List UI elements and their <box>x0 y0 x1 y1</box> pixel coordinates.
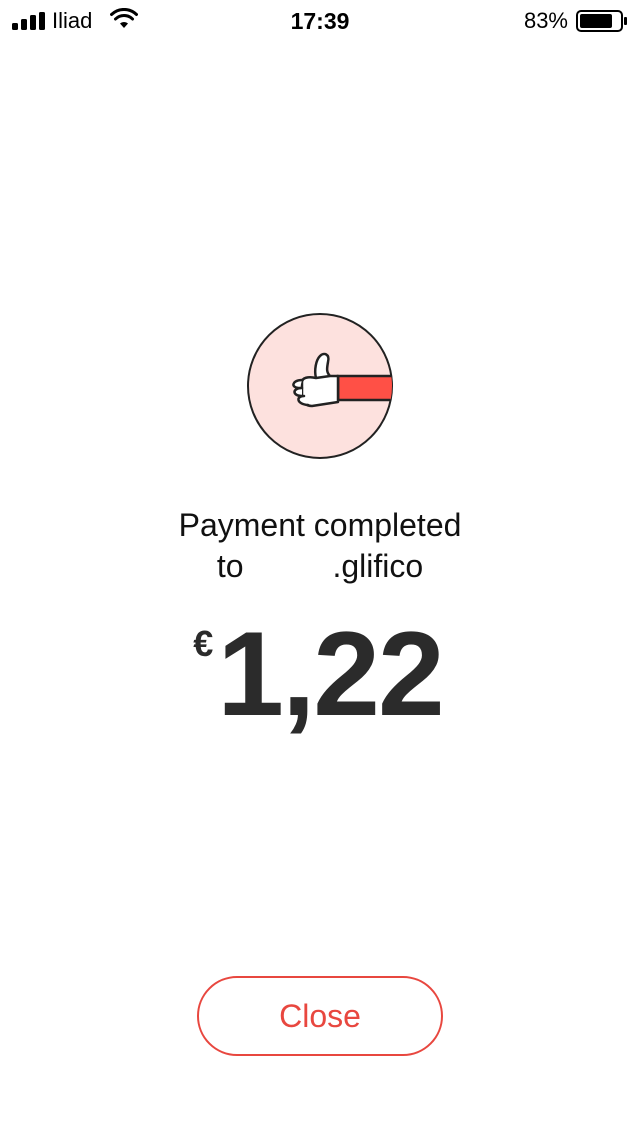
close-button[interactable]: Close <box>197 976 443 1056</box>
status-bar: Iliad 17:39 83% <box>0 0 640 40</box>
payment-recipient-text: to .glifico <box>216 548 424 584</box>
thumbs-up-icon <box>247 313 393 459</box>
payment-status-text: Payment completed <box>178 507 462 543</box>
currency-symbol: € <box>193 623 214 664</box>
battery-percentage: 83% <box>523 8 568 33</box>
sleeve <box>336 374 392 402</box>
battery-icon <box>576 10 627 32</box>
amount-value: 1,22 <box>217 607 445 741</box>
payment-amount: € 1,22 <box>0 612 640 742</box>
payment-message: Payment completed to .glifico <box>0 505 640 587</box>
